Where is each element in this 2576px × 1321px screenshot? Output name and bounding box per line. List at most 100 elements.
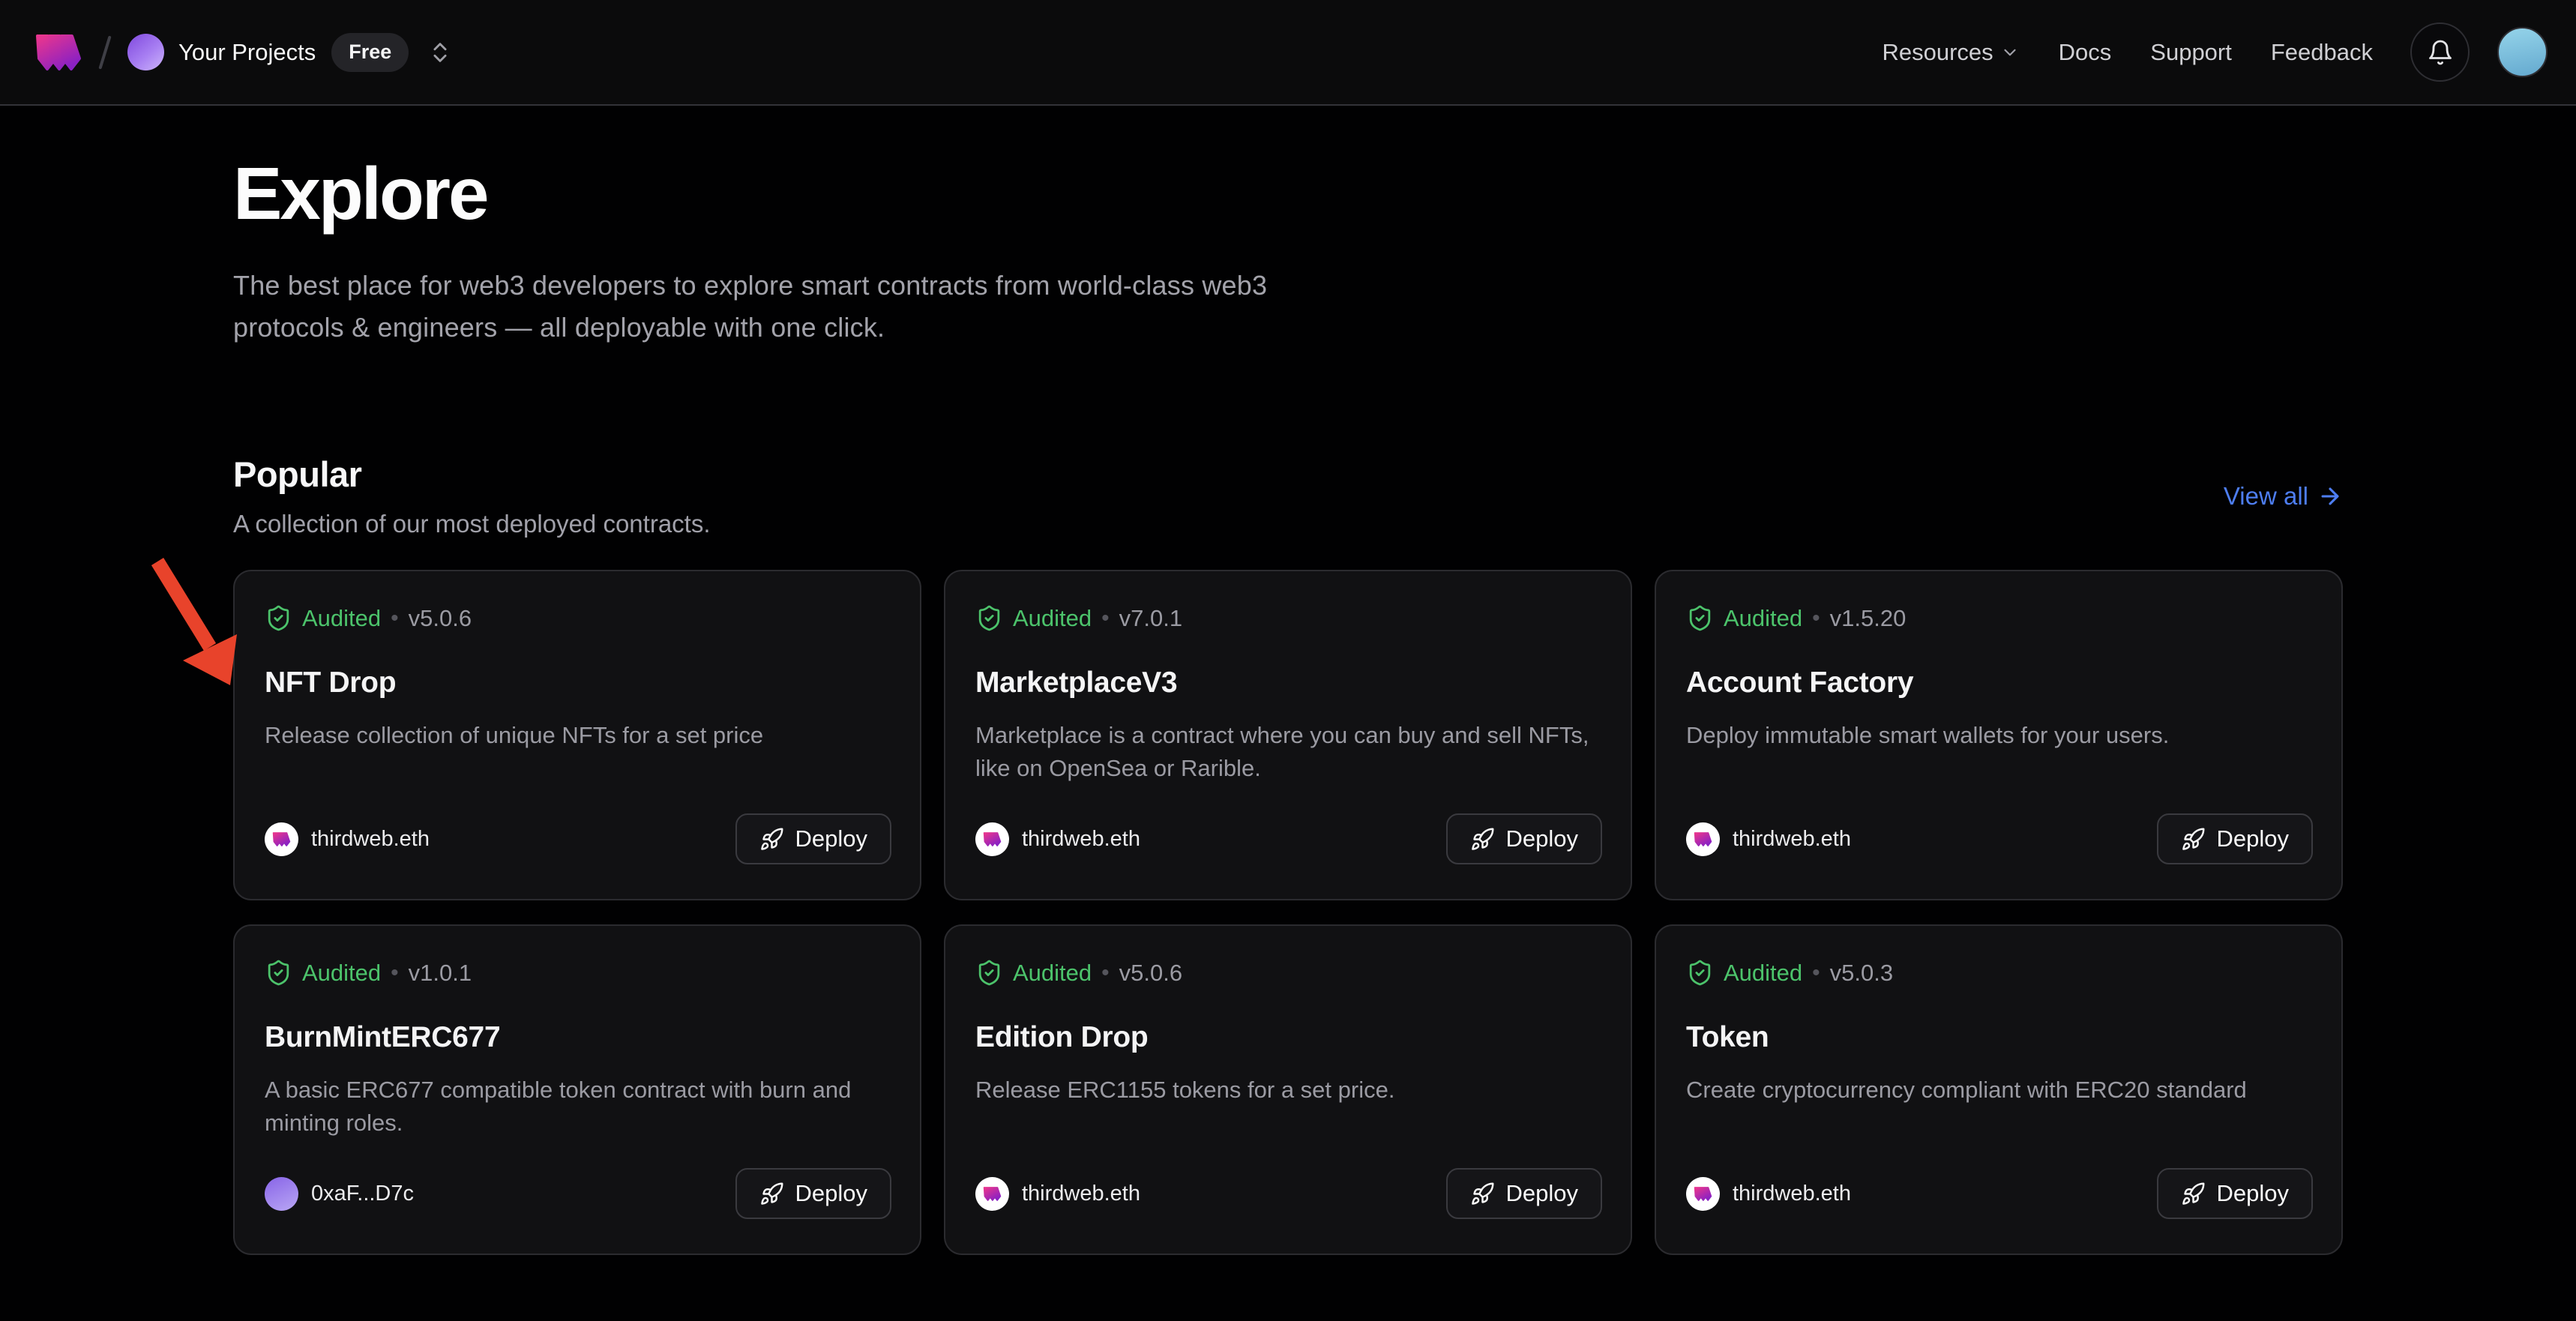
popular-heading-group: Popular A collection of our most deploye…	[233, 454, 711, 538]
contract-title[interactable]: BurnMintERC677	[265, 1021, 891, 1054]
publisher-avatar	[1686, 1177, 1720, 1211]
contract-version: v5.0.3	[1830, 960, 1893, 987]
badge-separator-dot: •	[1101, 960, 1110, 986]
audited-label: Audited	[1013, 960, 1092, 987]
contract-title[interactable]: Edition Drop	[975, 1021, 1602, 1054]
publisher-avatar	[975, 1177, 1009, 1211]
cards-grid: Audited • v5.0.6 NFT Drop Release collec…	[233, 570, 2343, 1255]
thirdweb-logo-icon	[272, 832, 291, 846]
badge-separator-dot: •	[391, 960, 399, 986]
card-badge-row: Audited • v1.0.1	[265, 959, 891, 987]
notifications-button[interactable]	[2410, 22, 2470, 82]
publisher[interactable]: 0xaF...D7c	[265, 1177, 414, 1211]
audited-label: Audited	[302, 605, 381, 632]
contract-description: Release collection of unique NFTs for a …	[265, 719, 891, 752]
card-badge-row: Audited • v5.0.6	[975, 959, 1602, 987]
thirdweb-logo[interactable]	[34, 31, 82, 74]
publisher[interactable]: thirdweb.eth	[975, 822, 1140, 856]
main-content: Explore The best place for web3 develope…	[233, 106, 2343, 1255]
project-avatar[interactable]	[127, 34, 164, 70]
card-footer: thirdweb.eth Deploy	[975, 1168, 1602, 1219]
nav-link-resources[interactable]: Resources	[1882, 39, 2019, 66]
shield-check-icon	[265, 604, 292, 632]
contract-card[interactable]: Audited • v5.0.3 Token Create cryptocurr…	[1655, 924, 2343, 1255]
deploy-button[interactable]: Deploy	[735, 813, 892, 864]
rocket-icon	[1470, 1182, 1495, 1206]
nav-link-label: Docs	[2059, 39, 2112, 66]
nav-link-label: Support	[2150, 39, 2232, 66]
publisher[interactable]: thirdweb.eth	[1686, 1177, 1851, 1211]
contract-version: v5.0.6	[409, 605, 472, 632]
deploy-label: Deploy	[795, 825, 868, 852]
publisher-name: thirdweb.eth	[1733, 827, 1851, 852]
nav-link-support[interactable]: Support	[2150, 39, 2232, 66]
rocket-icon	[759, 827, 784, 852]
project-name[interactable]: Your Projects	[178, 39, 316, 66]
badge-separator-dot: •	[1101, 606, 1110, 631]
contract-card[interactable]: Audited • v5.0.6 NFT Drop Release collec…	[233, 570, 921, 900]
badge-separator-dot: •	[1812, 606, 1820, 631]
deploy-label: Deploy	[1506, 1180, 1579, 1207]
contract-title[interactable]: NFT Drop	[265, 666, 891, 699]
page-subtitle: The best place for web3 developers to ex…	[233, 265, 1358, 349]
publisher[interactable]: thirdweb.eth	[1686, 822, 1851, 856]
thirdweb-explore-page: Your Projects Free Resources Docs Support F…	[0, 0, 2576, 1321]
rocket-icon	[2181, 1182, 2206, 1206]
contract-card[interactable]: Audited • v7.0.1 MarketplaceV3 Marketpla…	[944, 570, 1632, 900]
contract-description: Deploy immutable smart wallets for your …	[1686, 719, 2313, 752]
bell-icon	[2427, 39, 2454, 66]
card-badge-row: Audited • v5.0.3	[1686, 959, 2313, 987]
deploy-button[interactable]: Deploy	[2157, 813, 2314, 864]
thirdweb-logo-icon	[1694, 832, 1712, 846]
nav-link-docs[interactable]: Docs	[2059, 39, 2112, 66]
contract-card[interactable]: Audited • v5.0.6 Edition Drop Release ER…	[944, 924, 1632, 1255]
contract-card[interactable]: Audited • v1.0.1 BurnMintERC677 A basic …	[233, 924, 921, 1255]
deploy-button[interactable]: Deploy	[735, 1168, 892, 1219]
popular-title: Popular	[233, 454, 711, 495]
publisher-name: 0xaF...D7c	[311, 1182, 414, 1206]
nav-link-label: Resources	[1882, 39, 1993, 66]
publisher-avatar	[265, 822, 298, 856]
contract-title[interactable]: Token	[1686, 1021, 2313, 1054]
deploy-button[interactable]: Deploy	[1446, 1168, 1603, 1219]
contract-description: Release ERC1155 tokens for a set price.	[975, 1074, 1602, 1107]
shield-check-icon	[1686, 959, 1714, 987]
deploy-button[interactable]: Deploy	[2157, 1168, 2314, 1219]
page-title: Explore	[233, 106, 2343, 235]
project-switcher-button[interactable]	[427, 40, 453, 65]
shield-check-icon	[1686, 604, 1714, 632]
deploy-button[interactable]: Deploy	[1446, 813, 1603, 864]
publisher-avatar	[265, 1177, 298, 1211]
contract-title[interactable]: MarketplaceV3	[975, 666, 1602, 699]
shield-check-icon	[975, 959, 1003, 987]
publisher-name: thirdweb.eth	[1022, 827, 1140, 852]
nav-link-feedback[interactable]: Feedback	[2271, 39, 2373, 66]
nav-links: Resources Docs Support Feedback	[1882, 39, 2373, 66]
card-footer: thirdweb.eth Deploy	[975, 813, 1602, 864]
user-avatar[interactable]	[2497, 27, 2548, 77]
audited-label: Audited	[1724, 960, 1802, 987]
breadcrumb-separator	[98, 35, 111, 69]
plan-badge: Free	[331, 33, 409, 72]
contract-version: v7.0.1	[1119, 605, 1182, 632]
view-all-link[interactable]: View all	[2224, 482, 2343, 511]
contract-version: v5.0.6	[1119, 960, 1182, 987]
contract-title[interactable]: Account Factory	[1686, 666, 2313, 699]
publisher[interactable]: thirdweb.eth	[265, 822, 430, 856]
publisher[interactable]: thirdweb.eth	[975, 1177, 1140, 1211]
popular-subtitle: A collection of our most deployed contra…	[233, 510, 711, 538]
shield-check-icon	[975, 604, 1003, 632]
popular-section-header: Popular A collection of our most deploye…	[233, 454, 2343, 538]
shield-check-icon	[265, 959, 292, 987]
contract-card[interactable]: Audited • v1.5.20 Account Factory Deploy…	[1655, 570, 2343, 900]
thirdweb-logo-icon	[1694, 1187, 1712, 1201]
card-footer: thirdweb.eth Deploy	[1686, 1168, 2313, 1219]
contract-version: v1.0.1	[409, 960, 472, 987]
chevron-down-icon	[2000, 43, 2020, 62]
arrow-right-icon	[2317, 484, 2343, 509]
contract-description: Create cryptocurrency compliant with ERC…	[1686, 1074, 2313, 1107]
card-badge-row: Audited • v7.0.1	[975, 604, 1602, 632]
card-footer: thirdweb.eth Deploy	[265, 813, 891, 864]
deploy-label: Deploy	[795, 1180, 868, 1207]
card-footer: 0xaF...D7c Deploy	[265, 1168, 891, 1219]
